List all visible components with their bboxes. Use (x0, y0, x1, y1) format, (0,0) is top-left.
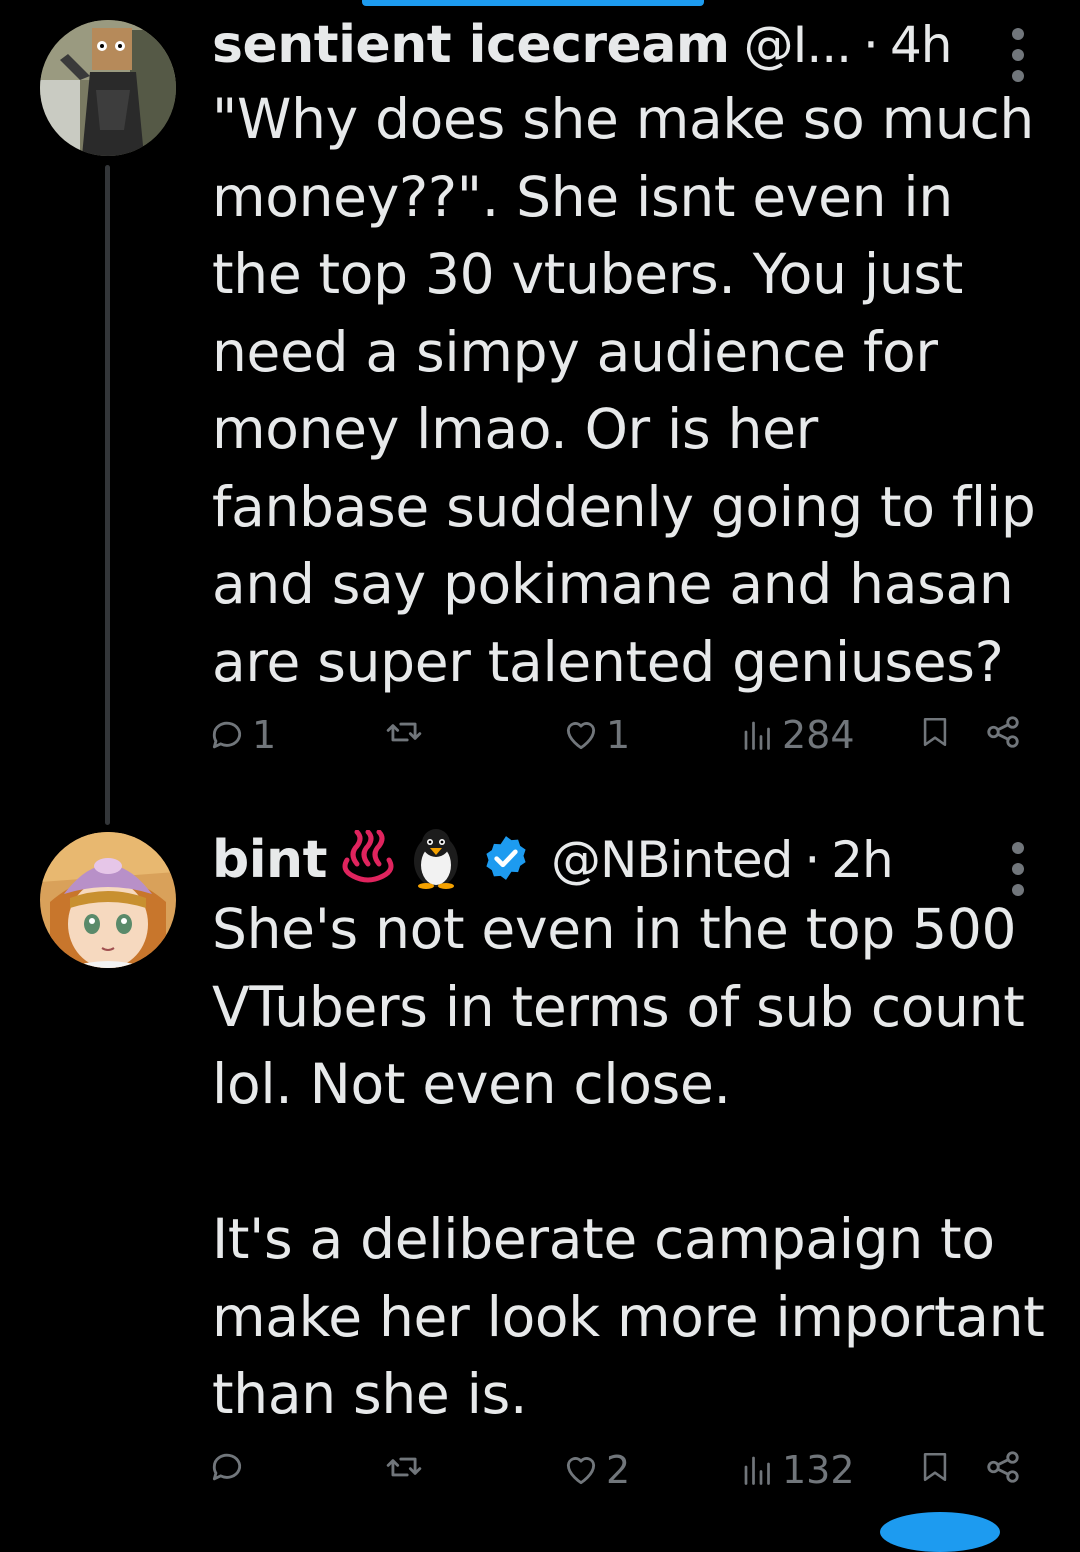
share-button[interactable] (984, 1448, 1022, 1486)
handle[interactable]: @I... (744, 16, 852, 74)
tweet-text: "Why does she make so much money??". She… (212, 87, 1053, 694)
like-button[interactable]: 1 (562, 713, 630, 757)
bookmark-icon (923, 717, 947, 747)
reply-button[interactable] (208, 1448, 246, 1486)
handle[interactable]: @NBinted (551, 831, 793, 889)
bookmark-icon (923, 1452, 947, 1482)
penguin-emoji-icon (409, 827, 463, 893)
like-icon (566, 1457, 596, 1485)
tweet-header: sentient icecream @I... · 4h (212, 10, 1080, 80)
more-icon[interactable] (1008, 28, 1028, 82)
retweet-button[interactable] (384, 713, 424, 751)
reply-icon (212, 1453, 242, 1481)
display-name[interactable]: sentient icecream (212, 15, 730, 75)
views-icon (744, 721, 770, 750)
display-name[interactable]: bint (212, 830, 327, 890)
tweet-sentient-icecream[interactable]: sentient icecream @I... · 4h "Why does s… (0, 0, 1080, 830)
share-button[interactable] (984, 713, 1022, 751)
dot-separator: · (863, 16, 879, 74)
timestamp[interactable]: 2h (831, 831, 894, 889)
views-icon (744, 1456, 770, 1485)
tweet-actions: 2 132 (0, 1448, 1080, 1508)
tweet-text: She's not even in the top 500 VTubers in… (212, 897, 1045, 1426)
bookmark-button[interactable] (918, 713, 952, 751)
tweet-actions: 1 1 284 (0, 713, 1080, 773)
compose-button-edge[interactable] (880, 1512, 1000, 1552)
views-button[interactable]: 132 (740, 1448, 855, 1492)
like-count: 1 (606, 713, 631, 757)
share-icon (987, 1451, 1019, 1483)
retweet-icon (386, 722, 422, 742)
avatar[interactable] (40, 20, 176, 156)
bookmark-button[interactable] (918, 1448, 952, 1486)
view-count: 284 (782, 713, 855, 757)
like-icon (566, 722, 596, 750)
reply-icon (212, 721, 242, 749)
share-icon (987, 716, 1019, 748)
reply-button[interactable]: 1 (208, 713, 276, 757)
hot-springs-emoji-icon (339, 829, 397, 890)
avatar[interactable] (40, 832, 176, 968)
reply-count: 1 (252, 713, 277, 757)
views-button[interactable]: 284 (740, 713, 855, 757)
tweet-header: bint @NBinted · 2h (212, 825, 1080, 895)
like-count: 2 (606, 1448, 631, 1492)
tweet-bint[interactable]: bint @NBinted · 2h She's not even in the… (0, 829, 1080, 1523)
more-icon[interactable] (1008, 842, 1028, 896)
retweet-icon (386, 1457, 422, 1477)
retweet-button[interactable] (384, 1448, 424, 1486)
dot-separator: · (804, 831, 820, 889)
timestamp[interactable]: 4h (890, 16, 953, 74)
view-count: 132 (782, 1448, 855, 1492)
like-button[interactable]: 2 (562, 1448, 630, 1492)
verified-icon[interactable] (481, 833, 531, 887)
